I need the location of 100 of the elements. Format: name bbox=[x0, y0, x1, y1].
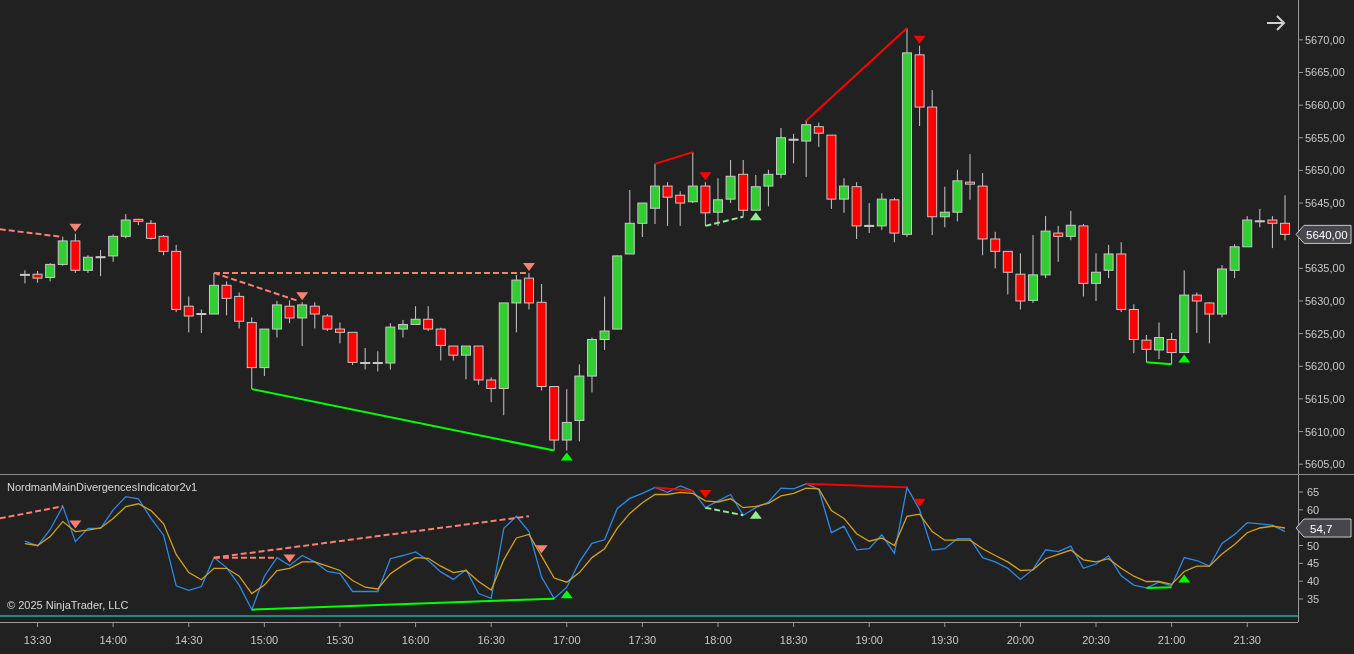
candlestick bbox=[599, 295, 610, 351]
candlestick bbox=[322, 313, 333, 332]
axis-label: 5660,00 bbox=[1305, 99, 1345, 112]
axis-label: 20:00 bbox=[1006, 634, 1035, 646]
candlestick bbox=[952, 169, 963, 222]
axis-label: 5615,00 bbox=[1305, 392, 1345, 405]
axis-label: 18:00 bbox=[704, 634, 732, 646]
candlestick bbox=[461, 345, 471, 380]
candlestick bbox=[120, 213, 131, 239]
candlestick bbox=[1204, 301, 1215, 344]
candlestick bbox=[624, 189, 635, 255]
candlestick bbox=[788, 133, 799, 164]
candlestick bbox=[360, 347, 371, 371]
axis-label: 5625,00 bbox=[1305, 327, 1345, 340]
candlestick bbox=[650, 163, 660, 225]
candlestick bbox=[1103, 244, 1114, 279]
candlestick bbox=[1116, 241, 1127, 313]
axis-label: 15:30 bbox=[326, 634, 354, 646]
signal-marker bbox=[1178, 574, 1191, 583]
candlestick bbox=[1128, 303, 1139, 354]
signal-marker bbox=[523, 262, 535, 271]
candlestick bbox=[1091, 252, 1101, 302]
candlestick bbox=[448, 345, 459, 361]
candlestick bbox=[1280, 194, 1290, 241]
axis-label: 14:00 bbox=[99, 634, 127, 646]
axis-label: 5605,00 bbox=[1305, 458, 1345, 471]
candlestick bbox=[158, 234, 169, 256]
signal-marker bbox=[69, 223, 82, 232]
candlestick bbox=[1217, 264, 1227, 318]
candlestick bbox=[1267, 215, 1278, 249]
candlestick bbox=[839, 177, 849, 214]
axis-label: 45 bbox=[1307, 557, 1320, 570]
candlestick bbox=[889, 197, 900, 243]
candlestick bbox=[561, 388, 572, 451]
candlestick bbox=[1166, 332, 1177, 365]
candlestick bbox=[32, 270, 43, 284]
axis-label: 35 bbox=[1307, 593, 1320, 605]
candlestick bbox=[271, 300, 282, 339]
signal-marker bbox=[69, 520, 82, 529]
price-tag: 5640,00 bbox=[1295, 224, 1352, 244]
candlestick bbox=[524, 272, 534, 310]
axis-label: 14:30 bbox=[175, 634, 203, 646]
candlestick bbox=[864, 202, 875, 234]
axis-label: 16:30 bbox=[477, 634, 505, 646]
candlestick bbox=[637, 202, 648, 238]
candlestick bbox=[410, 305, 421, 325]
axis-label: 5670,00 bbox=[1305, 33, 1345, 46]
candlestick bbox=[725, 159, 736, 204]
candlestick bbox=[776, 127, 786, 179]
candlestick bbox=[347, 331, 358, 366]
axis-label: 16:00 bbox=[401, 634, 430, 646]
signal-marker bbox=[560, 590, 573, 599]
candlestick bbox=[1065, 210, 1076, 241]
indicator-name: NordmanMainDivergencesIndicator2v1 bbox=[7, 481, 198, 493]
candlestick bbox=[549, 386, 560, 451]
candlestick bbox=[19, 269, 30, 284]
signal-marker bbox=[699, 489, 712, 498]
candlestick bbox=[1053, 225, 1064, 263]
arrow-right-icon[interactable] bbox=[1266, 15, 1286, 31]
axis-label: 5620,00 bbox=[1305, 360, 1345, 373]
axis-label: 18:30 bbox=[779, 634, 808, 646]
candlestick bbox=[1229, 243, 1240, 279]
axis-label: 50 bbox=[1307, 539, 1320, 552]
candlestick bbox=[284, 299, 295, 324]
axis-label: 19:00 bbox=[855, 634, 883, 646]
axis-label: 20:30 bbox=[1082, 634, 1110, 646]
signal-marker bbox=[913, 498, 926, 507]
candlestick bbox=[662, 181, 673, 227]
candlestick bbox=[1028, 234, 1038, 304]
candlestick bbox=[259, 328, 270, 377]
axis-label: 17:00 bbox=[553, 634, 581, 646]
candlestick bbox=[221, 280, 232, 316]
candlestick bbox=[1154, 322, 1164, 360]
axis-label: 5665,00 bbox=[1305, 66, 1345, 79]
candlestick bbox=[1015, 252, 1026, 310]
axis-label: 21:30 bbox=[1233, 634, 1261, 646]
candlestick bbox=[990, 231, 1001, 269]
axis-label: 17:30 bbox=[628, 634, 657, 646]
signal-marker bbox=[296, 292, 309, 301]
signal-marker bbox=[749, 510, 762, 519]
candlestick bbox=[334, 322, 345, 344]
axis-label: 13:30 bbox=[23, 634, 52, 646]
axis-label: 5655,00 bbox=[1305, 131, 1345, 144]
axis-label: 21:00 bbox=[1157, 634, 1186, 646]
candlestick bbox=[423, 305, 434, 332]
axis-label: 5610,00 bbox=[1305, 425, 1345, 438]
axis-label: 19:30 bbox=[931, 634, 959, 646]
copyright-text: © 2025 NinjaTrader, LLC bbox=[7, 599, 129, 611]
candlestick bbox=[95, 249, 106, 277]
candlestick bbox=[851, 181, 862, 240]
candlestick bbox=[473, 345, 484, 386]
signal-marker bbox=[913, 35, 926, 44]
candlestick bbox=[763, 169, 774, 207]
axis-label: 15:00 bbox=[250, 634, 279, 646]
candlestick bbox=[1141, 334, 1152, 363]
signal-marker bbox=[560, 452, 573, 461]
candlestick bbox=[700, 181, 711, 227]
axis-label: 60 bbox=[1307, 503, 1320, 516]
signal-marker bbox=[699, 172, 712, 181]
candlestick bbox=[511, 274, 522, 333]
